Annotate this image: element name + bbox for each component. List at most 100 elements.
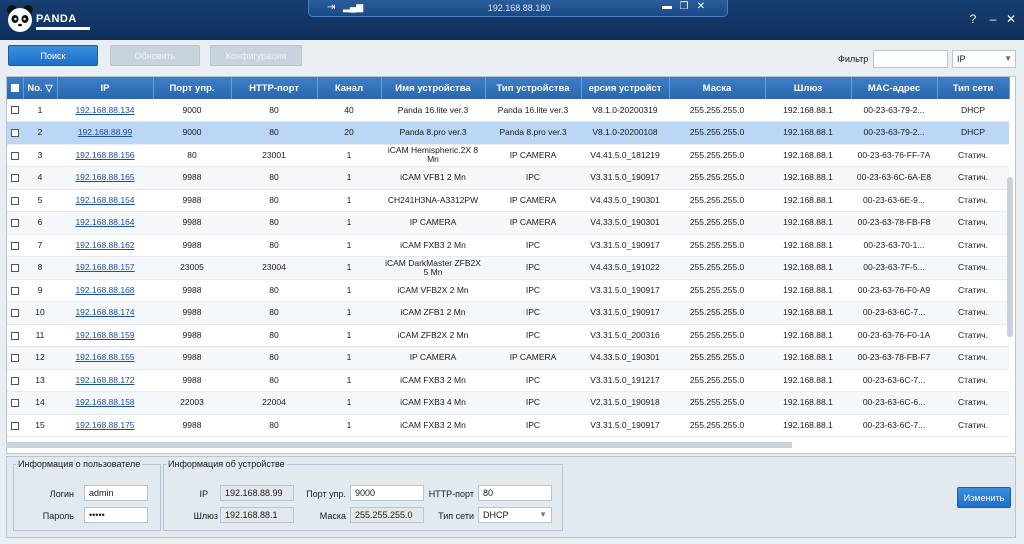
row-checkbox[interactable] bbox=[7, 279, 23, 302]
cell-channel: 1 bbox=[317, 234, 381, 257]
table-row[interactable]: 14 192.168.88.158 22003 22004 1 iCAM FXB3 4 M… bbox=[7, 391, 1009, 415]
col-gateway[interactable]: Шлюз bbox=[765, 77, 852, 99]
minimize-icon[interactable]: – bbox=[986, 12, 1000, 26]
mask-field[interactable]: 255.255.255.0 bbox=[350, 507, 424, 523]
cell-mac: 00-23-63-6C-7... bbox=[851, 369, 937, 392]
col-net-type[interactable]: Тип сети bbox=[937, 77, 1010, 99]
col-version[interactable]: ерсия устройст bbox=[581, 77, 670, 99]
col-mask[interactable]: Маска bbox=[669, 77, 766, 99]
cell-net: Статич. bbox=[937, 369, 1009, 392]
device-ip-link[interactable]: 192.168.88.99 bbox=[78, 127, 132, 137]
cell-type: IPC bbox=[485, 414, 581, 437]
table-row[interactable]: 11 192.168.88.159 9988 80 1 iCAM ZFB2X 2 Mn IP… bbox=[7, 324, 1009, 347]
net-type-select[interactable]: DHCP ▼ bbox=[478, 507, 552, 523]
cell-channel: 1 bbox=[317, 414, 381, 437]
cell-version: V4.41.5.0_181219 bbox=[581, 144, 669, 167]
table-row[interactable]: 6 192.168.88.164 9988 80 1 IP CAMERA IP CAMERA… bbox=[7, 211, 1009, 235]
device-ip-link[interactable]: 192.168.88.159 bbox=[75, 330, 134, 340]
device-ip-link[interactable]: 192.168.88.162 bbox=[75, 240, 134, 250]
row-checkbox[interactable] bbox=[7, 256, 23, 280]
table-row[interactable]: 4 192.168.88.165 9988 80 1 iCAM VFB1 2 Mn IPC V… bbox=[7, 166, 1009, 190]
table-row[interactable]: 7 192.168.88.162 9988 80 1 iCAM FXB3 2 Mn IPC V… bbox=[7, 234, 1009, 257]
device-ip-link[interactable]: 192.168.88.157 bbox=[75, 262, 134, 272]
row-checkbox[interactable] bbox=[7, 324, 23, 347]
row-checkbox[interactable] bbox=[7, 414, 23, 437]
device-ip-link[interactable]: 192.168.88.134 bbox=[75, 105, 134, 115]
col-device-type[interactable]: Тип устройства bbox=[485, 77, 582, 99]
cell-name: iCAM VFB1 2 Mn bbox=[381, 166, 485, 190]
cell-net: Статич. bbox=[937, 256, 1009, 280]
device-ip-link[interactable]: 192.168.88.172 bbox=[75, 375, 134, 385]
device-ip-link[interactable]: 192.168.88.154 bbox=[75, 195, 134, 205]
change-button[interactable]: Изменить bbox=[957, 487, 1011, 508]
device-ip-link[interactable]: 192.168.88.164 bbox=[75, 217, 134, 227]
device-ip-link[interactable]: 192.168.88.175 bbox=[75, 420, 134, 430]
table-row[interactable]: 2 192.168.88.99 9000 80 20 Panda 8.pro ver.3 P… bbox=[7, 121, 1009, 145]
cell-name: iCAM FXB3 2 Mn bbox=[381, 369, 485, 392]
row-checkbox[interactable] bbox=[7, 234, 23, 257]
bar-restore-icon[interactable]: ❐ bbox=[678, 1, 690, 12]
col-channel[interactable]: Канал bbox=[317, 77, 382, 99]
row-checkbox[interactable] bbox=[7, 391, 23, 415]
table-row[interactable]: 8 192.168.88.157 23005 23004 1 iCAM DarkMaste… bbox=[7, 256, 1009, 280]
cell-http: 23001 bbox=[231, 144, 317, 167]
close-icon[interactable]: ✕ bbox=[1004, 12, 1018, 26]
search-button[interactable]: Поиск bbox=[8, 45, 98, 66]
table-row[interactable]: 1 192.168.88.134 9000 80 40 Panda 16.lite ver… bbox=[7, 99, 1009, 122]
table-row[interactable]: 10 192.168.88.174 9988 80 1 iCAM ZFB1 2 Mn IPC… bbox=[7, 301, 1009, 325]
row-checkbox[interactable] bbox=[7, 166, 23, 190]
cell-gateway: 192.168.88.1 bbox=[765, 391, 851, 415]
gateway-field[interactable]: 192.168.88.1 bbox=[220, 507, 294, 523]
col-mac[interactable]: MAC-адрес bbox=[851, 77, 938, 99]
row-checkbox[interactable] bbox=[7, 121, 23, 145]
ip-label: IP bbox=[199, 489, 208, 499]
table-row[interactable]: 15 192.168.88.175 9988 80 1 iCAM FXB3 2 Mn IPC… bbox=[7, 414, 1009, 437]
cell-port: 22003 bbox=[153, 391, 231, 415]
cell-version: V8.1.0-20200319 bbox=[581, 99, 669, 122]
ip-field[interactable]: 192.168.88.99 bbox=[220, 485, 294, 501]
device-ip-link[interactable]: 192.168.88.156 bbox=[75, 150, 134, 160]
select-all-checkbox[interactable] bbox=[7, 77, 24, 99]
col-ip[interactable]: IP bbox=[57, 77, 154, 99]
table-row[interactable]: 5 192.168.88.154 9988 80 1 CH241H3NA-A3312PW I… bbox=[7, 189, 1009, 212]
table-row[interactable]: 12 192.168.88.155 9988 80 1 IP CAMERA IP CAMER… bbox=[7, 346, 1009, 370]
row-checkbox[interactable] bbox=[7, 346, 23, 370]
cell-channel: 20 bbox=[317, 121, 381, 145]
port-field[interactable]: 9000 bbox=[350, 485, 424, 501]
col-no[interactable]: No. ▽ bbox=[23, 77, 58, 99]
device-ip-link[interactable]: 192.168.88.158 bbox=[75, 397, 134, 407]
filter-input[interactable] bbox=[873, 50, 948, 68]
cell-net: Статич. bbox=[937, 391, 1009, 415]
table-row[interactable]: 13 192.168.88.172 9988 80 1 iCAM FXB3 2 Mn IPC… bbox=[7, 369, 1009, 392]
row-checkbox[interactable] bbox=[7, 211, 23, 235]
col-http-port[interactable]: HTTP-порт bbox=[231, 77, 318, 99]
filter-field-select[interactable]: IP ▼ bbox=[952, 50, 1016, 68]
device-ip-link[interactable]: 192.168.88.174 bbox=[75, 307, 134, 317]
cell-gateway: 192.168.88.1 bbox=[765, 279, 851, 302]
row-checkbox[interactable] bbox=[7, 144, 23, 167]
cell-ip: 192.168.88.134 bbox=[57, 99, 153, 122]
http-port-field[interactable]: 80 bbox=[478, 485, 552, 501]
horizontal-scrollbar[interactable] bbox=[6, 442, 792, 448]
cell-net: DHCP bbox=[937, 99, 1009, 122]
row-checkbox[interactable] bbox=[7, 301, 23, 325]
login-field[interactable]: admin bbox=[84, 485, 148, 501]
col-port[interactable]: Порт упр. bbox=[153, 77, 232, 99]
cell-version: V3.31.5.0_200316 bbox=[581, 324, 669, 347]
device-ip-link[interactable]: 192.168.88.155 bbox=[75, 352, 134, 362]
password-field[interactable]: ••••• bbox=[84, 507, 148, 523]
row-checkbox[interactable] bbox=[7, 369, 23, 392]
help-icon[interactable]: ? bbox=[966, 12, 980, 26]
row-checkbox[interactable] bbox=[7, 189, 23, 212]
update-button[interactable]: Обновить bbox=[110, 45, 200, 66]
table-row[interactable]: 9 192.168.88.168 9988 80 1 iCAM VFB2X 2 Mn IPC… bbox=[7, 279, 1009, 302]
device-ip-link[interactable]: 192.168.88.165 bbox=[75, 172, 134, 182]
configuration-button[interactable]: Конфигурация bbox=[210, 45, 302, 66]
device-ip-link[interactable]: 192.168.88.168 bbox=[75, 285, 134, 295]
row-checkbox[interactable] bbox=[7, 99, 23, 122]
col-device-name[interactable]: Имя устройства bbox=[381, 77, 486, 99]
vertical-scrollbar[interactable] bbox=[1007, 177, 1013, 337]
bar-close-icon[interactable]: ✕ bbox=[695, 1, 707, 12]
bar-minimize-icon[interactable]: ▬ bbox=[661, 1, 673, 12]
table-row[interactable]: 3 192.168.88.156 80 23001 1 iCAM Hemispheric.… bbox=[7, 144, 1009, 167]
